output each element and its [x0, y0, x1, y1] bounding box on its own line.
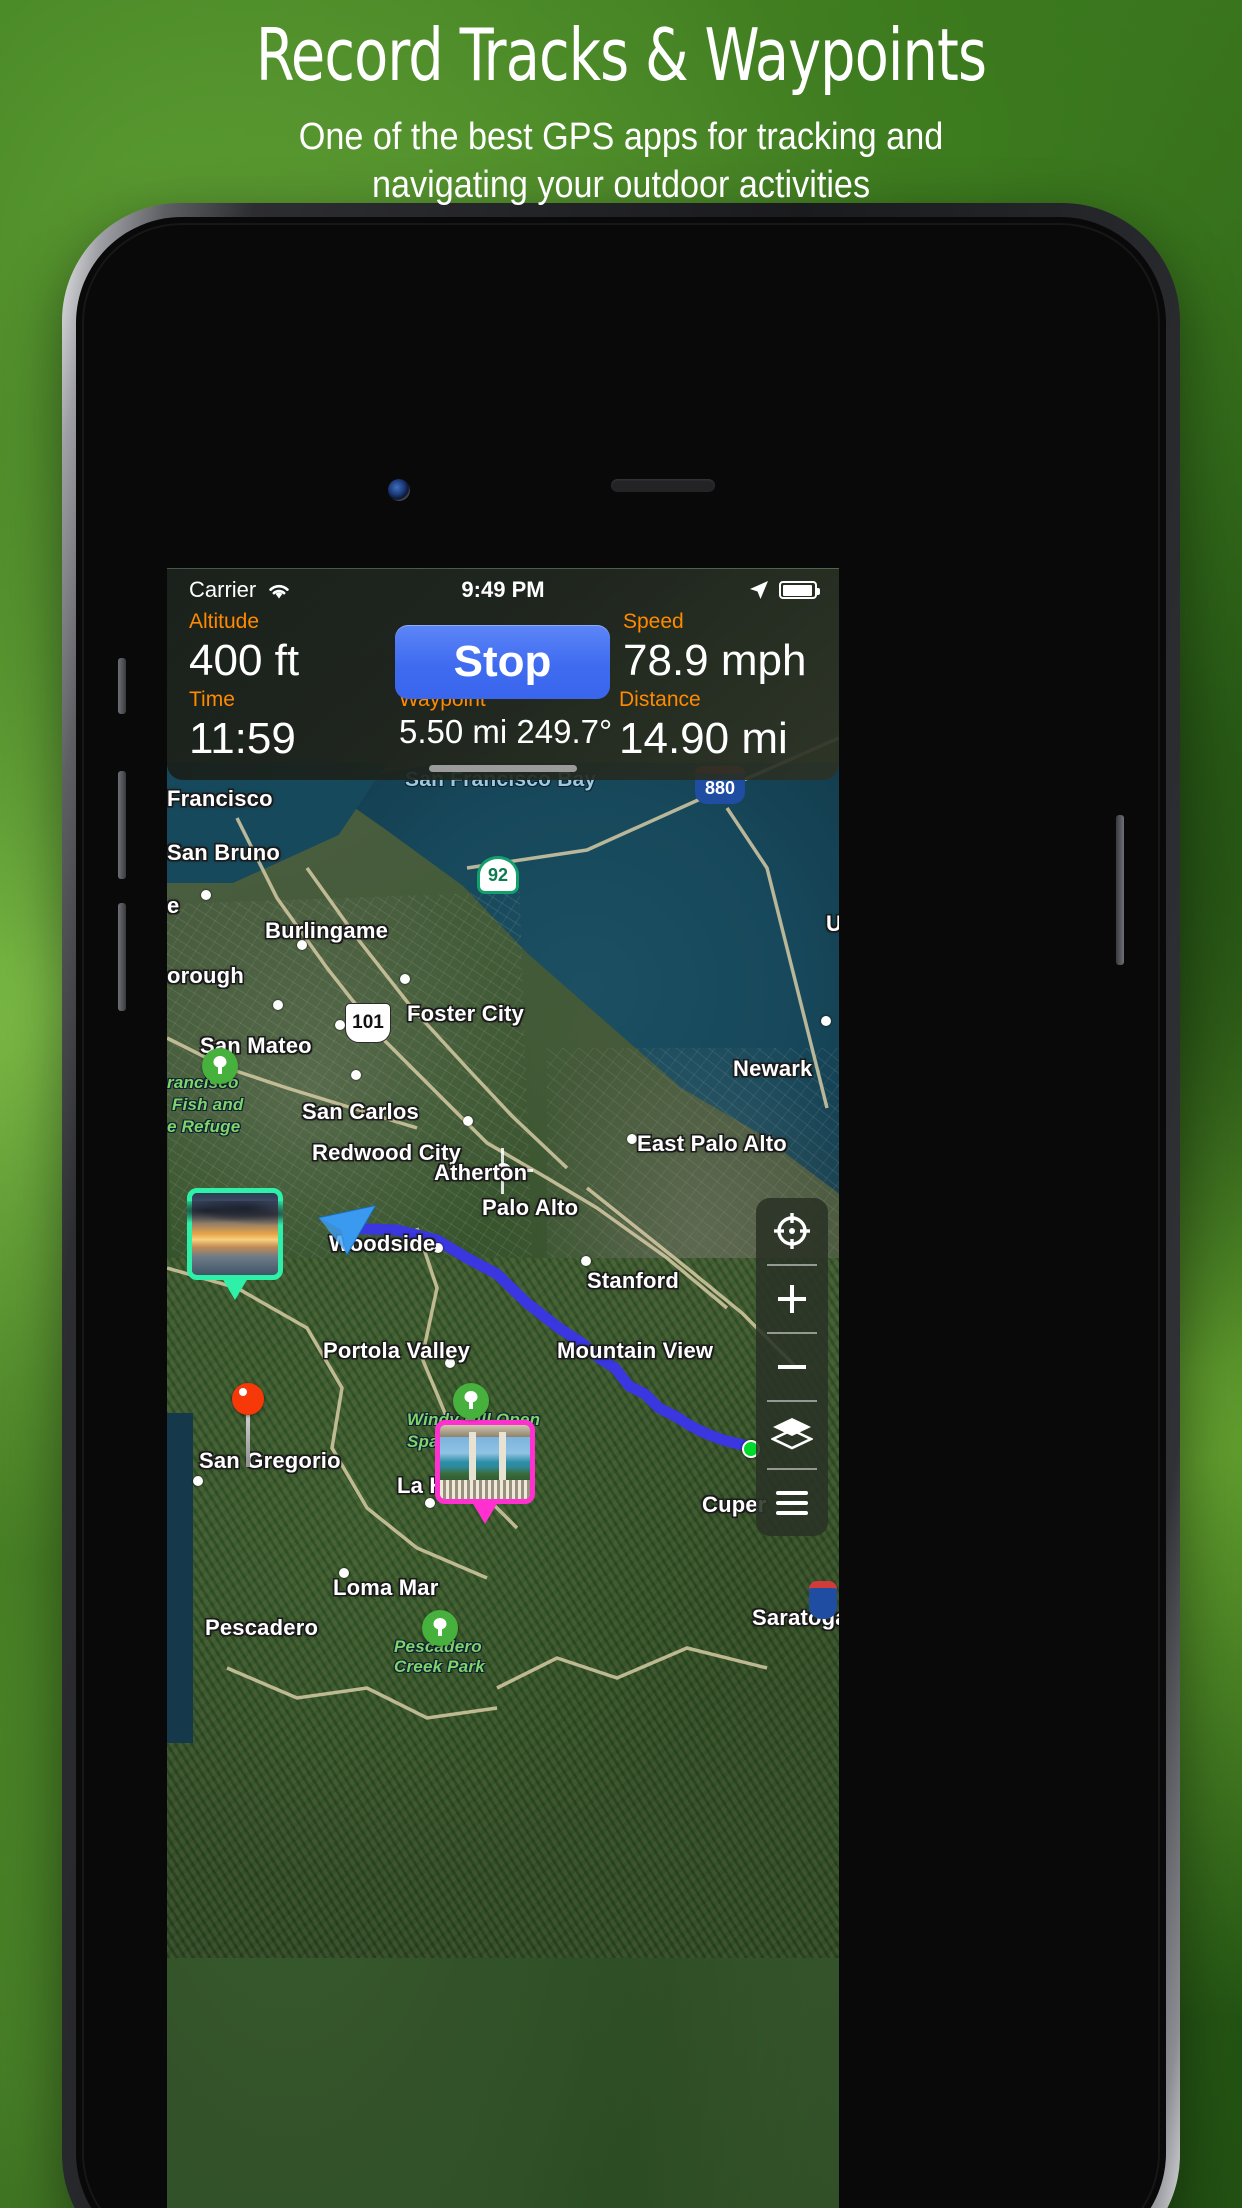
map-label: East Palo Alto — [637, 1131, 787, 1156]
field-speed: Speed 78.9 mph — [623, 611, 806, 685]
map-controls-panel[interactable] — [756, 1198, 828, 1536]
sunset-photo-pin[interactable] — [187, 1188, 283, 1300]
map-route-shield: 101 — [345, 1003, 391, 1043]
field-time: Time 11:59 — [189, 689, 296, 763]
map-label: Stanford — [587, 1268, 680, 1293]
map-route-shield: 92 — [477, 856, 519, 894]
map-label: San Carlos — [302, 1099, 419, 1124]
phone-mockup: San Francisco BayFranciscoSan BrunoeBurl… — [62, 203, 1180, 2208]
menu-button[interactable] — [756, 1470, 828, 1536]
zoom-out-button[interactable] — [756, 1334, 828, 1400]
carrier-label: Carrier — [189, 577, 257, 602]
sunset-photo-thumbnail[interactable] — [187, 1188, 283, 1280]
field-distance: Distance 14.90 mi — [619, 689, 788, 763]
wifi-icon — [269, 584, 289, 599]
home-indicator — [429, 765, 577, 772]
map-place-dot — [351, 1070, 361, 1080]
red-map-pin-stick — [246, 1415, 250, 1467]
field-distance-label: Distance — [619, 688, 701, 711]
gps-fields-grid: Altitude 400 ft Speed 78.9 mph Time 11:5… — [167, 611, 839, 763]
map-label: Creek Park — [394, 1657, 485, 1676]
stop-button[interactable]: Stop — [395, 625, 610, 699]
map-layers-button[interactable] — [756, 1402, 828, 1468]
map-place-dot — [581, 1256, 591, 1266]
map-label: Francisco — [167, 786, 273, 811]
map-label: Palo Alto — [482, 1195, 579, 1220]
field-time-value: 11:59 — [189, 714, 296, 763]
volume-down-button — [118, 903, 126, 1011]
map-place-dot — [821, 1016, 831, 1026]
red-map-pin-head — [232, 1383, 264, 1415]
map-label: e Refuge — [167, 1117, 241, 1136]
map-view[interactable]: San Francisco BayFranciscoSan BrunoeBurl… — [167, 568, 839, 2208]
front-camera — [388, 479, 410, 501]
field-altitude: Altitude 400 ft — [189, 611, 299, 685]
map-label: Foster City — [407, 1001, 525, 1026]
wildlife-refuge-marker[interactable] — [202, 1048, 238, 1084]
balcony-photo-pin[interactable] — [435, 1420, 535, 1524]
layers-icon — [771, 1418, 813, 1450]
field-waypoint-value: 5.50 mi 249.7° — [399, 713, 613, 750]
center-location-button[interactable] — [756, 1198, 828, 1264]
map-label: Burlingame — [265, 918, 389, 943]
red-map-pin[interactable] — [232, 1383, 264, 1467]
map-label: Portola Valley — [323, 1338, 471, 1363]
park-tree-marker[interactable] — [453, 1383, 489, 1419]
map-label: Loma Mar — [333, 1575, 439, 1600]
map-label: San Bruno — [167, 840, 281, 865]
map-place-dot — [425, 1498, 435, 1508]
pescadero-park-marker[interactable] — [422, 1610, 458, 1646]
map-place-dot — [201, 890, 211, 900]
hamburger-icon — [776, 1491, 808, 1515]
field-distance-value: 14.90 mi — [619, 714, 788, 763]
volume-up-button — [118, 771, 126, 879]
field-altitude-value: 400 ft — [189, 636, 300, 685]
sunset-photo-pin-tail — [222, 1278, 248, 1300]
field-time-label: Time — [189, 688, 235, 711]
mute-switch — [118, 658, 126, 714]
map-label: Pescadero — [205, 1615, 319, 1640]
map-place-dot — [400, 974, 410, 984]
map-place-dot — [335, 1020, 345, 1030]
map-label: San Gregorio — [199, 1448, 341, 1473]
phone-screen: San Francisco BayFranciscoSan BrunoeBurl… — [167, 568, 839, 2208]
user-heading-arrow — [316, 1204, 377, 1261]
map-label: Atherton — [434, 1160, 528, 1185]
power-button — [1116, 815, 1124, 965]
map-place-dot — [273, 1000, 283, 1010]
recorded-track-line — [336, 1222, 753, 1452]
zoom-in-button[interactable] — [756, 1266, 828, 1332]
map-label: e — [167, 893, 180, 918]
promo-header: Record Tracks & Waypoints One of the bes… — [0, 0, 1242, 210]
page-subtitle-line1: One of the best GPS apps for tracking an… — [298, 115, 944, 158]
field-altitude-label: Altitude — [189, 610, 260, 633]
map-label: orough — [167, 963, 244, 988]
field-speed-label: Speed — [623, 610, 684, 633]
crosshair-icon — [774, 1213, 810, 1249]
balcony-photo-thumbnail[interactable] — [435, 1420, 535, 1504]
field-speed-value: 78.9 mph — [623, 636, 807, 685]
plus-icon — [778, 1285, 806, 1313]
balcony-photo-pin-tail — [472, 1502, 498, 1524]
gps-data-panel: Carrier 9:49 PM Altitude 400 ft Speed 78… — [167, 568, 839, 780]
battery-full-icon — [779, 581, 820, 599]
map-place-dot — [193, 1476, 203, 1486]
map-label: Fish and — [172, 1095, 244, 1114]
map-place-dot — [627, 1134, 637, 1144]
map-label: Mountain View — [557, 1338, 714, 1363]
earpiece-speaker — [611, 479, 715, 492]
minus-icon — [778, 1365, 806, 1369]
page-subtitle-line2: navigating your outdoor activities — [371, 164, 871, 207]
status-bar: Carrier 9:49 PM — [167, 569, 839, 611]
page-title: Record Tracks & Waypoints — [255, 13, 987, 97]
map-label: Newark — [733, 1056, 813, 1081]
location-arrow-icon — [750, 581, 768, 599]
map-label: U — [826, 911, 839, 936]
map-place-dot — [463, 1116, 473, 1126]
map-shield-partial — [809, 1581, 837, 1619]
